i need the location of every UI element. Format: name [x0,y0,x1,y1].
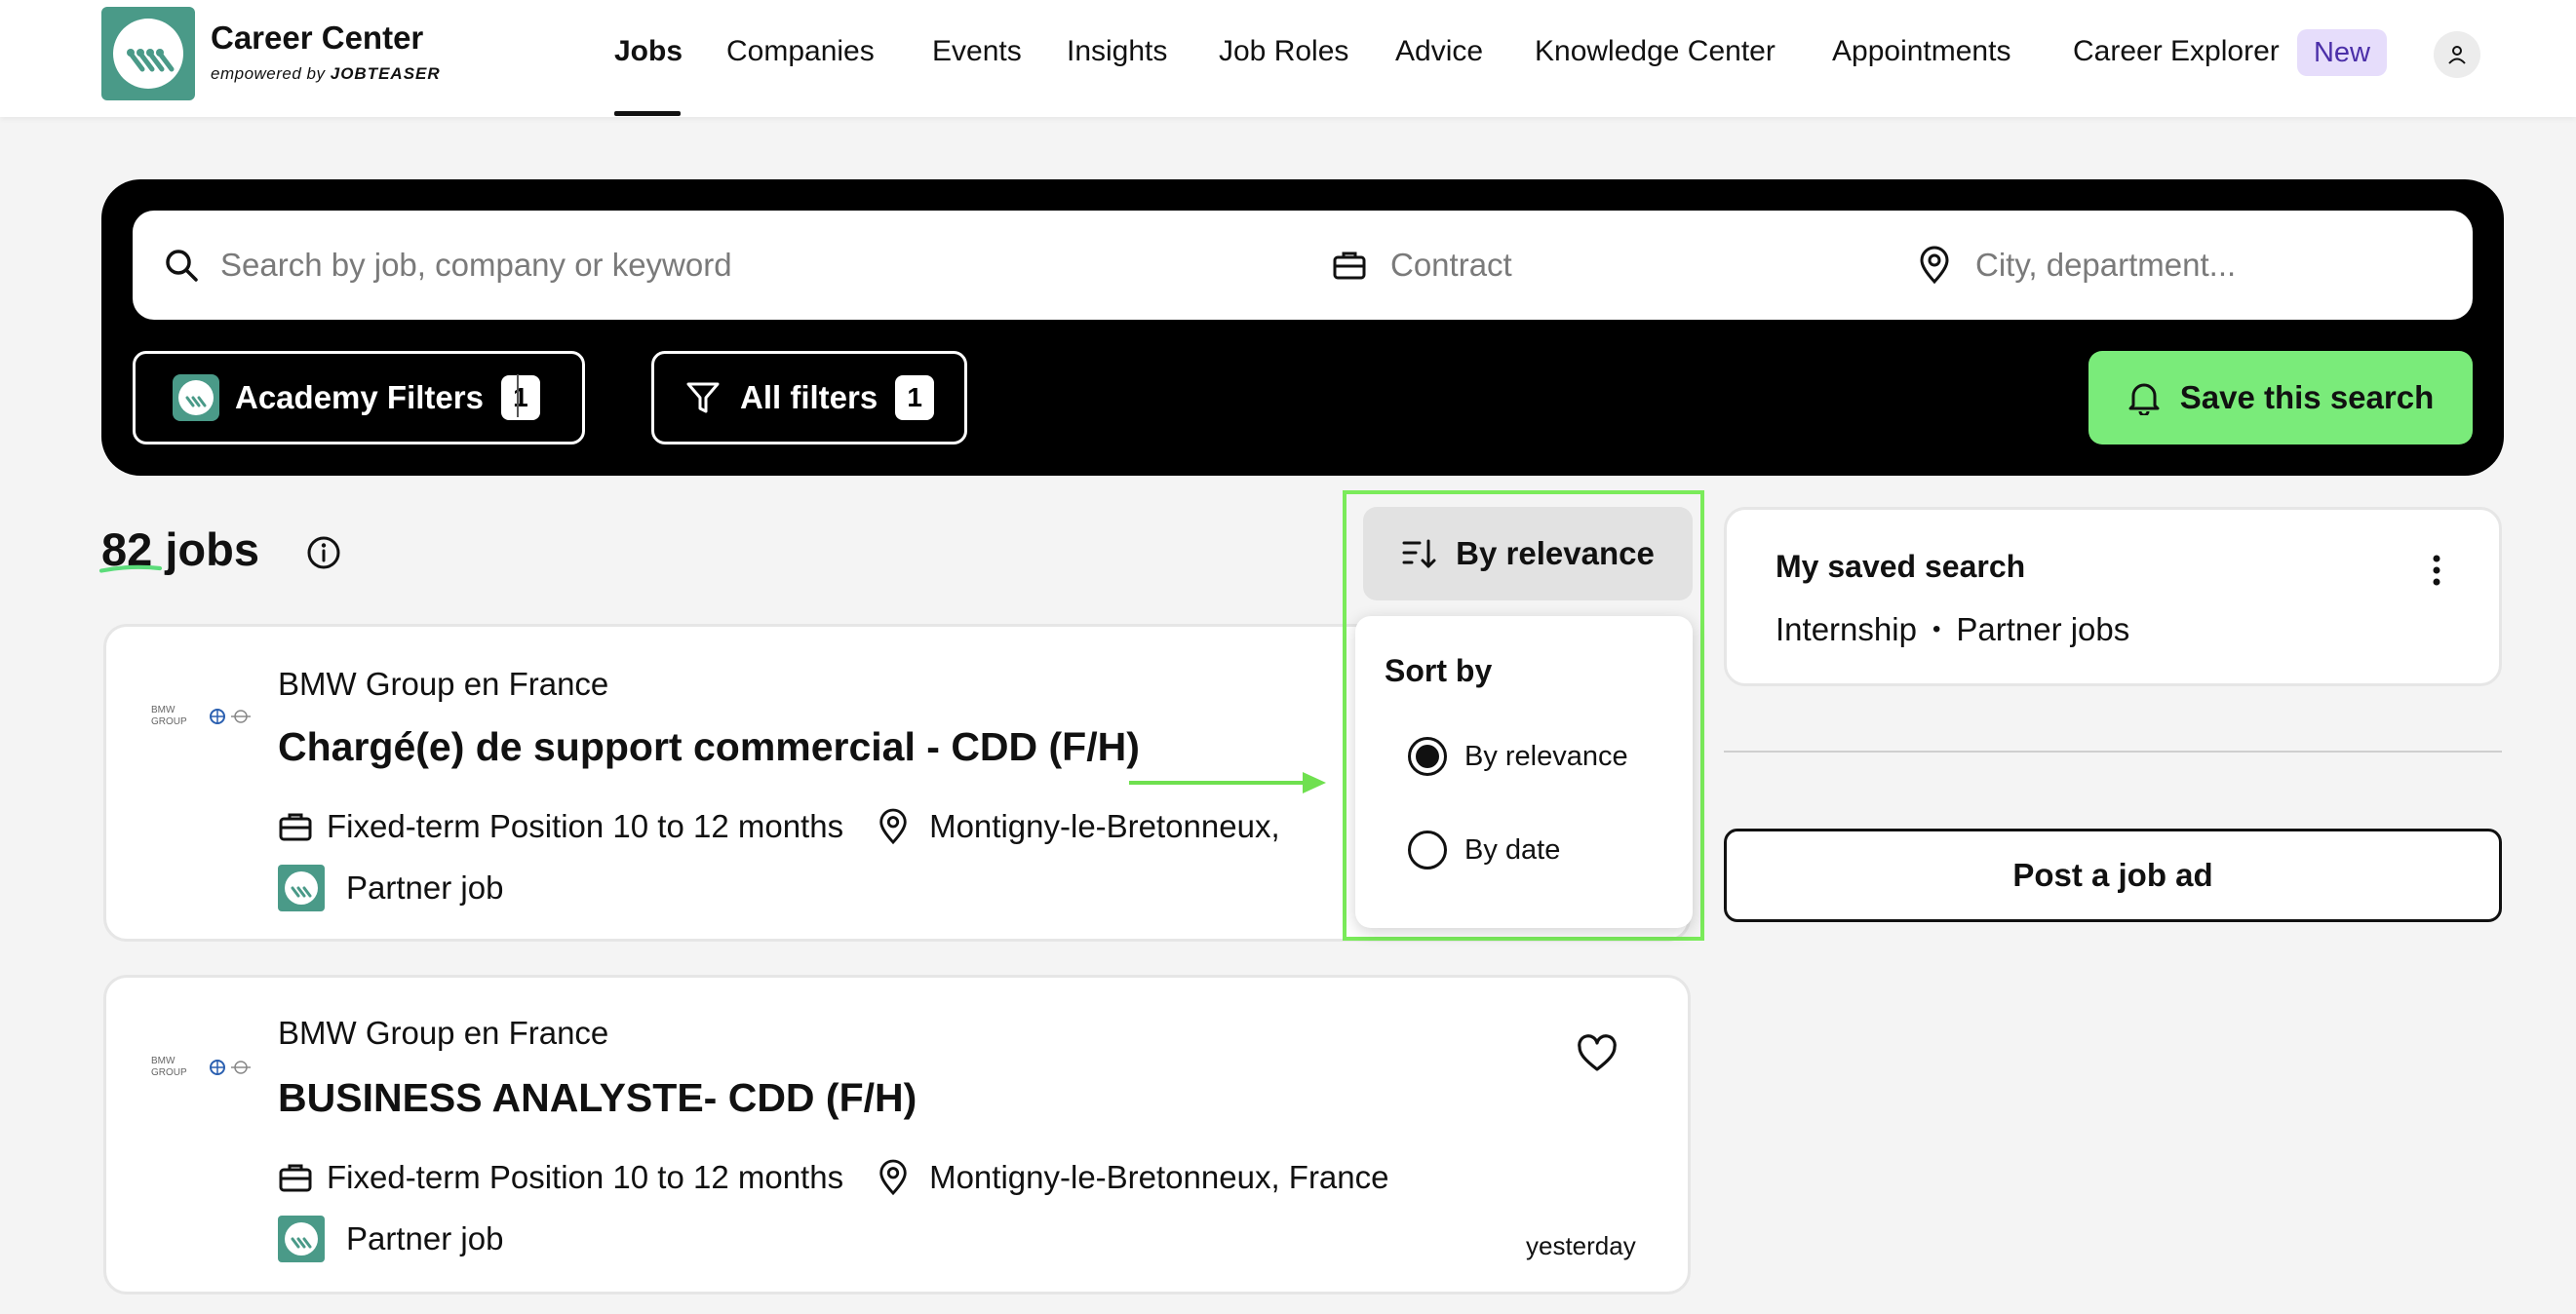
saved-search-title: My saved search [1776,549,2026,584]
sort-icon [1402,539,1436,568]
bell-icon [2128,383,2160,415]
contract-select[interactable]: Contract [1332,211,1868,320]
job-meta: Fixed-term Position 10 to 12 months Mont… [278,808,1280,845]
new-badge: New [2297,29,2387,76]
contract-placeholder: Contract [1390,247,1512,283]
job-posted-date: yesterday [1526,1231,1636,1260]
sort-option-relevance[interactable]: By relevance [1408,735,1628,778]
saved-search-card[interactable]: My saved search Internship • Partner job… [1724,507,2502,686]
all-filters-button[interactable]: All filters 1 [651,351,967,444]
user-icon [2448,46,2466,64]
location-pin-icon [879,808,907,845]
sort-option-date[interactable]: By date [1408,829,1560,871]
job-title-link[interactable]: BUSINESS ANALYSTE- CDD (F/H) [278,1075,917,1121]
job-location: Montigny-le-Bretonneux, France [877,1159,1389,1196]
all-filters-count: 1 [895,375,935,420]
top-header: Career Center empowered by JOBTEASER Job… [0,0,2576,117]
partner-logo-icon [278,865,325,911]
saved-tag: Partner jobs [1956,611,2130,647]
nav-item-jobs[interactable]: Jobs [614,35,683,68]
location-input[interactable]: City, department... [1917,211,2453,320]
tag-separator: • [1932,616,1941,642]
nav-item-appointments[interactable]: Appointments [1832,35,2010,68]
academy-filters-label: Academy Filters [235,379,484,415]
job-contract: Fixed-term Position 10 to 12 months [327,1159,844,1195]
sort-dropdown-menu: Sort by By relevance By date [1355,616,1693,928]
svg-text:GROUP: GROUP [151,716,187,727]
location-pin-icon [1920,246,1949,285]
partner-job-label: Partner job [346,1220,504,1256]
academy-logo-icon [173,374,219,421]
post-job-ad-button[interactable]: Post a job ad [1724,829,2502,922]
nav-item-knowledge-center[interactable]: Knowledge Center [1535,35,1776,68]
saved-search-tags: Internship • Partner jobs [1776,611,2129,648]
job-meta: Fixed-term Position 10 to 12 months Mont… [278,1159,1389,1196]
nav-item-companies[interactable]: Companies [726,35,875,68]
job-location-text: Montigny-le-Bretonneux, France [929,1159,1389,1195]
briefcase-icon [278,809,313,844]
nav-item-insights[interactable]: Insights [1067,35,1167,68]
save-search-button[interactable]: Save this search [2088,351,2473,444]
save-search-label: Save this search [2179,379,2435,415]
career-center-logo[interactable] [101,7,195,100]
svg-text:BMW: BMW [151,705,176,715]
brand-title: Career Center [211,19,424,56]
svg-text:BMW: BMW [151,1056,176,1066]
partner-job-tag: Partner job [278,1216,503,1262]
logo-mark-icon [113,19,183,89]
job-title-link[interactable]: Chargé(e) de support commercial - CDD (F… [278,724,1140,770]
briefcase-icon [1333,251,1366,280]
nav-item-job-roles[interactable]: Job Roles [1219,35,1348,68]
nav-item-career-explorer[interactable]: Career Explorer [2073,35,2280,68]
location-pin-icon [879,1159,907,1196]
briefcase-icon [278,1160,313,1195]
job-card[interactable]: BMW GROUP BMW Group en France BUSINESS A… [103,975,1691,1295]
more-options-icon[interactable] [2431,553,2442,588]
radio-unselected[interactable] [1408,831,1447,870]
academy-filters-count: 1 [500,375,540,420]
search-bar: Search by job, company or keyword Contra… [133,211,2473,320]
location-placeholder: City, department... [1975,247,2237,283]
brand-sub-prefix: empowered by [211,64,326,83]
all-filters-label: All filters [740,379,878,415]
saved-tag: Internship [1776,611,1917,647]
sort-button-label: By relevance [1456,535,1655,571]
keyword-placeholder: Search by job, company or keyword [220,247,732,283]
job-company: BMW Group en France [278,666,609,702]
nav-item-events[interactable]: Events [932,35,1022,68]
active-nav-underline [614,111,681,116]
job-location-text: Montigny-le-Bretonneux, [929,808,1280,844]
count-underline-decoration [98,564,163,573]
annotation-arrow-icon [1129,772,1326,793]
filter-funnel-icon [686,382,720,413]
sort-option-label: By date [1464,833,1561,866]
job-contract: Fixed-term Position 10 to 12 months [327,808,844,844]
jobs-count-suffix: jobs [165,523,259,575]
radio-selected[interactable] [1408,737,1447,776]
nav-item-advice[interactable]: Advice [1395,35,1483,68]
info-icon[interactable] [306,535,341,570]
partner-logo-icon [278,1216,325,1262]
brand-subtitle: empowered by JOBTEASER [211,64,441,84]
svg-text:GROUP: GROUP [151,1067,187,1078]
bmw-group-logo: BMW GROUP [151,705,251,727]
divider [1724,751,2502,753]
heart-favorite-icon[interactable] [1577,1034,1618,1073]
brand-sub-name: JOBTEASER [330,64,441,83]
keyword-search-input[interactable]: Search by job, company or keyword [162,211,1381,320]
job-location: Montigny-le-Bretonneux, [877,808,1280,845]
user-avatar-button[interactable] [2434,31,2480,78]
filter-divider [517,374,519,417]
sort-menu-title: Sort by [1385,653,1493,688]
sort-button[interactable]: By relevance [1363,507,1693,600]
job-company: BMW Group en France [278,1015,609,1051]
partner-job-label: Partner job [346,870,504,906]
bmw-group-logo: BMW GROUP [151,1056,251,1078]
search-icon [166,250,198,282]
sort-option-label: By relevance [1464,740,1628,772]
partner-job-tag: Partner job [278,865,503,911]
